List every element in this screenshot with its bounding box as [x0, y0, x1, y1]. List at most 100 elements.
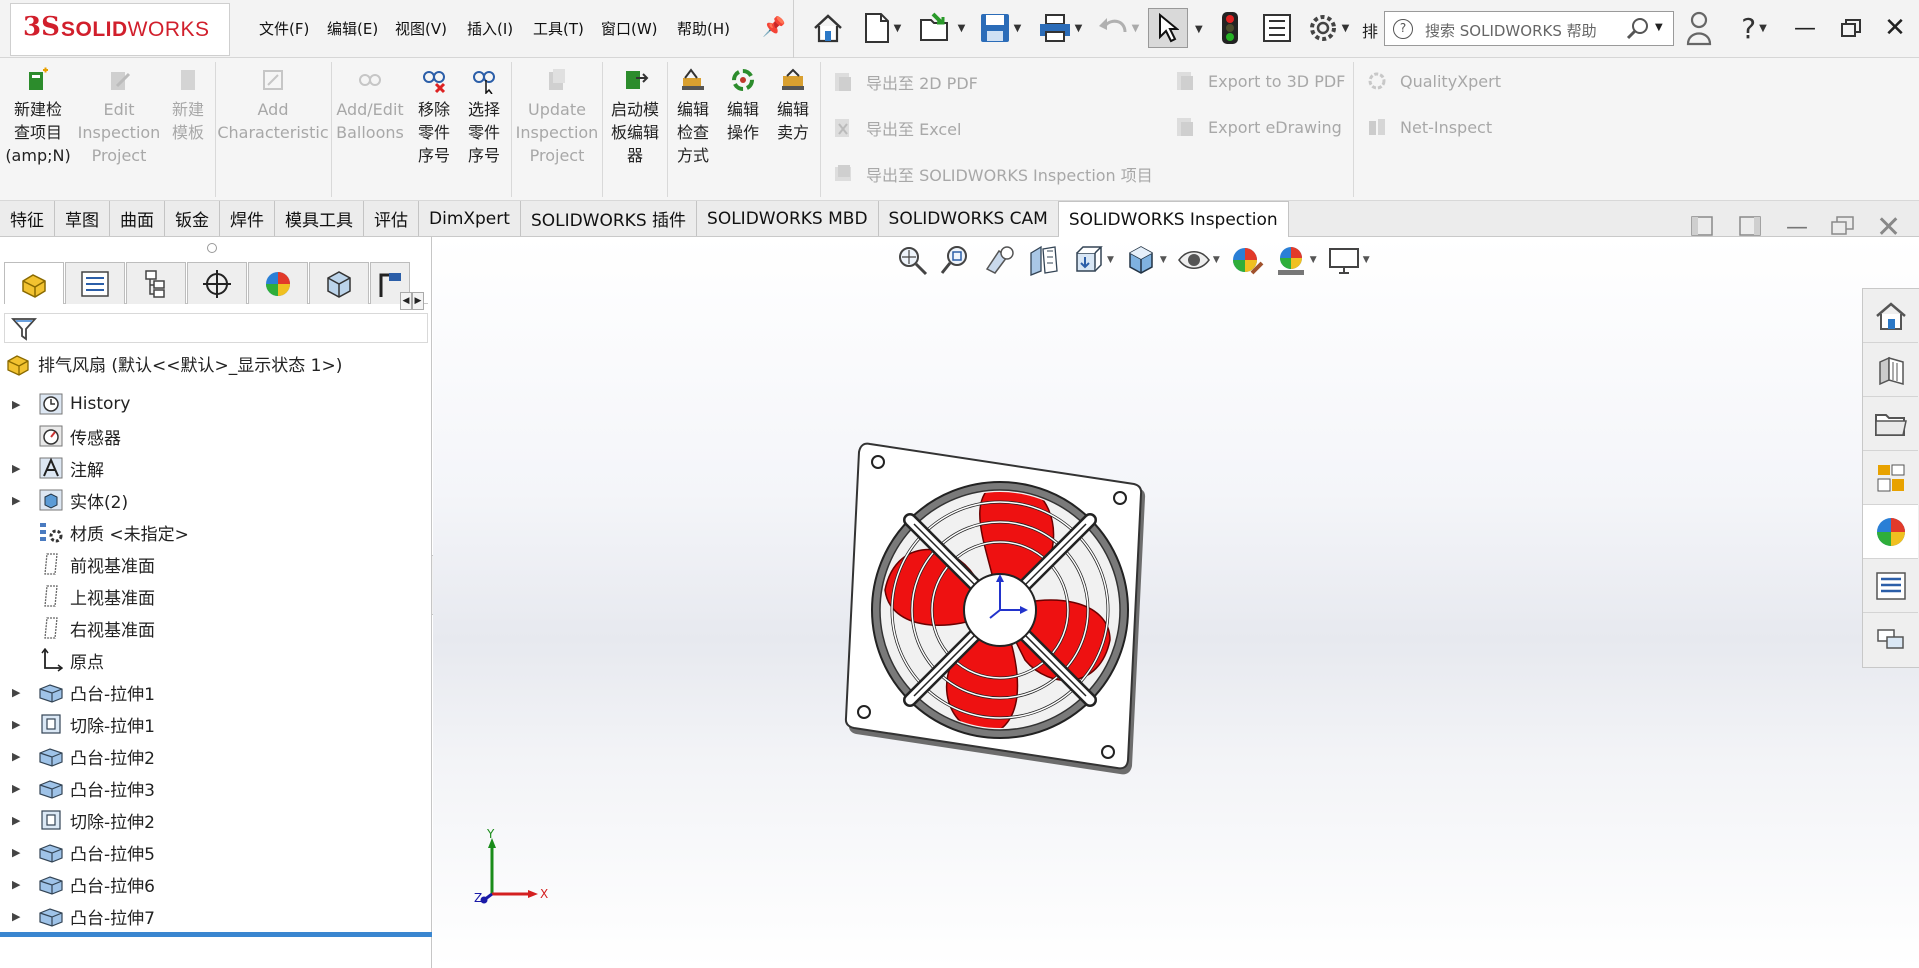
tree-item-boss-extrude3[interactable]: ▶ 凸台-拉伸3 [12, 772, 155, 804]
edit-operations-button[interactable]: 编辑 操作 [720, 66, 766, 144]
scroll-left-icon[interactable]: ◀ [400, 292, 412, 310]
tree-item-solid-bodies[interactable]: ▶ 实体(2) [12, 484, 128, 516]
tile-horizontal-button[interactable] [1690, 215, 1714, 243]
toolbar-overflow-label[interactable]: 排 [1362, 18, 1378, 42]
save-button[interactable]: ▼ [972, 8, 1028, 48]
tile-vertical-button[interactable] [1738, 215, 1762, 243]
tab-mold-tools[interactable]: 模具工具 [275, 201, 364, 236]
launch-template-editor-button[interactable]: 启动模 板编辑 器 [604, 66, 666, 167]
appearances-scenes-button[interactable] [1863, 505, 1918, 559]
net-inspect-button[interactable]: Net-Inspect [1366, 116, 1492, 138]
apply-scene-icon[interactable]: ▼ [1274, 243, 1317, 277]
menu-edit[interactable]: 编辑(E) [324, 18, 381, 39]
panel-drag-handle[interactable] [207, 243, 217, 253]
minimize-window-button[interactable]: — [1790, 8, 1820, 48]
tab-dimxpert[interactable]: DimXpert [419, 201, 521, 236]
tree-item-boss-extrude1[interactable]: ▶ 凸台-拉伸1 [12, 676, 155, 708]
expand-arrow-icon[interactable]: ▶ [12, 782, 28, 795]
qualityxpert-button[interactable]: QualityXpert [1366, 70, 1501, 92]
tab-mbd[interactable]: SOLIDWORKS MBD [697, 201, 879, 236]
open-button[interactable]: ▼ [912, 8, 972, 48]
expand-arrow-icon[interactable]: ▶ [12, 718, 28, 731]
tab-surfaces[interactable]: 曲面 [110, 201, 165, 236]
expand-arrow-icon[interactable]: ▶ [12, 686, 28, 699]
menu-tools[interactable]: 工具(T) [530, 18, 587, 39]
menu-file[interactable]: 文件(F) [256, 18, 312, 39]
update-inspection-project-button[interactable]: Update Inspection Project [514, 66, 600, 167]
print-button[interactable]: ▼ [1032, 8, 1088, 48]
tree-item-boss-extrude5[interactable]: ▶ 凸台-拉伸5 [12, 836, 155, 868]
search-input[interactable]: 搜索 SOLIDWORKS 帮助 [1425, 20, 1597, 41]
tree-item-boss-extrude6[interactable]: ▶ 凸台-拉伸6 [12, 868, 155, 900]
new-template-button[interactable]: 新建 模板 [164, 66, 212, 144]
view-settings-icon[interactable]: ▼ [1327, 243, 1370, 277]
expand-arrow-icon[interactable]: ▶ [12, 462, 28, 475]
expand-arrow-icon[interactable]: ▶ [12, 910, 28, 923]
edit-appearance-icon[interactable] [1230, 243, 1264, 277]
new-inspection-project-button[interactable]: 新建检 查项目 (amp;N) [5, 66, 71, 167]
search-help-box[interactable]: ? 搜索 SOLIDWORKS 帮助 ▼ [1384, 11, 1674, 46]
dimxpert-manager-tab[interactable] [187, 262, 247, 304]
expand-arrow-icon[interactable]: ▶ [12, 878, 28, 891]
graphics-area[interactable] [433, 237, 1919, 968]
exhaust-fan-model[interactable] [840, 440, 1160, 780]
view-palette-button[interactable] [1863, 451, 1918, 505]
remove-balloon-button[interactable]: 移除 零件 序号 [410, 66, 458, 167]
viewport-close-button[interactable]: ✕ [1876, 210, 1901, 245]
export-2d-pdf-button[interactable]: 导出至 2D PDF [832, 70, 978, 94]
viewport-minimize-button[interactable]: — [1786, 215, 1808, 240]
home-button[interactable] [808, 8, 848, 48]
solidworks-resources-button[interactable] [1863, 289, 1918, 343]
expand-arrow-icon[interactable]: ▶ [12, 814, 28, 827]
menu-window[interactable]: 窗口(W) [598, 18, 661, 39]
tab-evaluate[interactable]: 评估 [364, 201, 419, 236]
tree-item-material[interactable]: 材质 <未指定> [12, 516, 189, 548]
tab-sheet-metal[interactable]: 钣金 [165, 201, 220, 236]
zoom-to-fit-icon[interactable] [895, 243, 929, 277]
property-manager-tab[interactable] [65, 262, 125, 304]
restore-window-button[interactable] [1836, 8, 1866, 48]
tab-addins[interactable]: SOLIDWORKS 插件 [521, 201, 698, 236]
export-inspection-project-button[interactable]: 导出至 SOLIDWORKS Inspection 项目 [832, 162, 1153, 186]
search-dropdown-arrow[interactable]: ▼ [1655, 22, 1663, 33]
add-characteristic-button[interactable]: Add Characteristic [217, 66, 329, 144]
pin-icon[interactable]: 📌 [762, 15, 786, 38]
rebuild-button[interactable] [1212, 8, 1248, 48]
viewport-restore-button[interactable] [1830, 215, 1856, 243]
part-root[interactable]: 排气风扇 (默认<<默认>_显示状态 1>) [6, 351, 342, 376]
menu-view[interactable]: 视图(V) [392, 18, 450, 39]
user-account-button[interactable] [1684, 8, 1714, 48]
close-window-button[interactable]: ✕ [1880, 8, 1910, 48]
select-button[interactable] [1148, 8, 1188, 48]
tab-weldments[interactable]: 焊件 [220, 201, 275, 236]
file-explorer-button[interactable] [1863, 397, 1918, 451]
tree-item-boss-extrude7[interactable]: ▶ 凸台-拉伸7 [12, 900, 155, 932]
design-library-button[interactable] [1863, 343, 1918, 397]
tab-inspection[interactable]: SOLIDWORKS Inspection [1058, 201, 1289, 237]
solidworks-logo[interactable]: 3S SOLIDWORKS [10, 3, 230, 56]
tree-item-front-plane[interactable]: 前视基准面 [12, 548, 155, 580]
tree-item-annotations[interactable]: ▶ 注解 [12, 452, 104, 484]
edit-vendors-button[interactable]: 编辑 卖方 [770, 66, 816, 144]
rollback-bar[interactable] [0, 932, 432, 937]
new-document-button[interactable]: ▼ [856, 8, 908, 48]
cam-feature-tab[interactable] [309, 262, 369, 304]
tree-item-top-plane[interactable]: 上视基准面 [12, 580, 155, 612]
help-button[interactable]: ? ▼ [1732, 8, 1776, 48]
expand-arrow-icon[interactable]: ▶ [12, 494, 28, 507]
select-balloon-button[interactable]: 选择 零件 序号 [460, 66, 508, 167]
tree-item-cut-extrude1[interactable]: ▶ 切除-拉伸1 [12, 708, 155, 740]
tree-item-history[interactable]: ▶ History [12, 388, 130, 420]
tab-cam[interactable]: SOLIDWORKS CAM [879, 201, 1059, 236]
solidworks-forum-button[interactable] [1863, 613, 1918, 667]
expand-arrow-icon[interactable]: ▶ [12, 750, 28, 763]
select-dropdown-arrow[interactable]: ▼ [1195, 24, 1203, 35]
undo-button[interactable]: ▼ [1090, 8, 1146, 48]
export-edrawing-button[interactable]: Export eDrawing [1174, 116, 1342, 138]
scroll-right-icon[interactable]: ▶ [412, 292, 424, 310]
zoom-to-area-icon[interactable] [939, 243, 973, 277]
feature-manager-tab[interactable] [4, 262, 64, 304]
menu-insert[interactable]: 插入(I) [464, 18, 516, 39]
export-excel-button[interactable]: 导出至 Excel [832, 116, 961, 140]
display-manager-tab[interactable] [248, 262, 308, 304]
